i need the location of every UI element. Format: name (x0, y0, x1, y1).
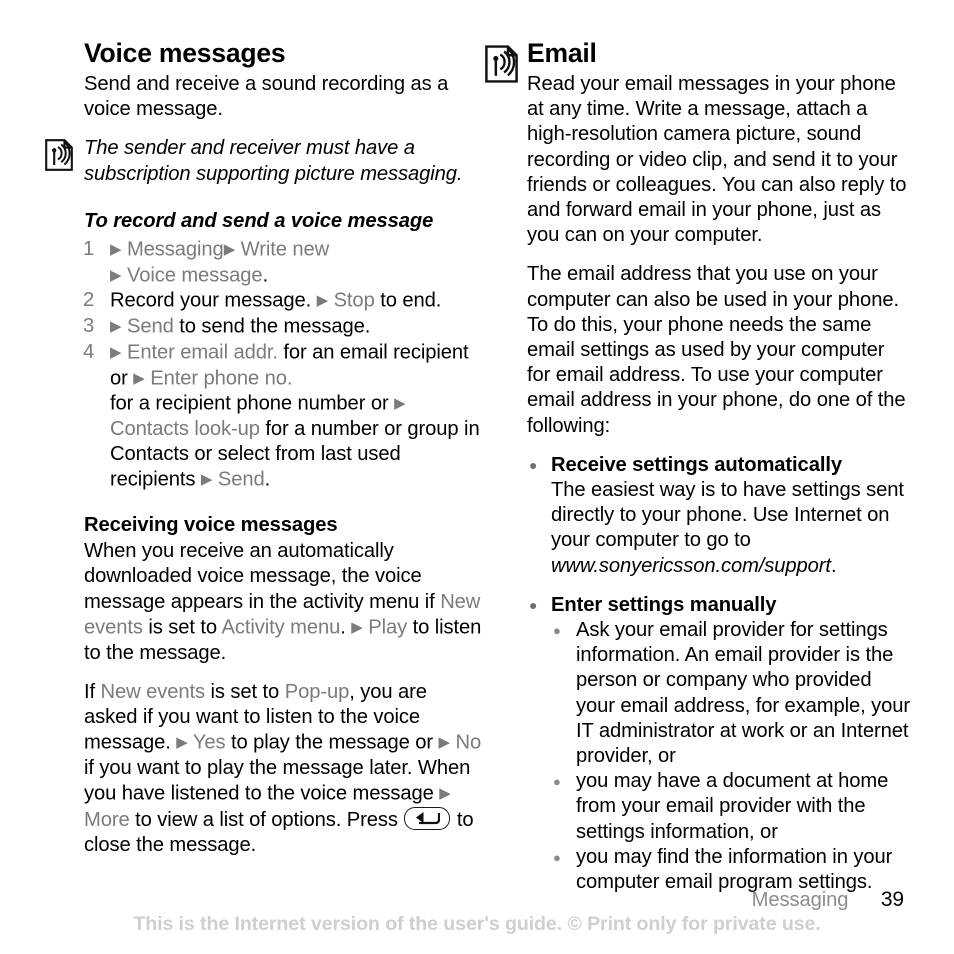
menu-item-text: Send (126, 315, 174, 338)
menu-item-text: More (84, 808, 130, 831)
email-heading-row: Email (485, 38, 912, 83)
menu-item-text: Messaging (126, 238, 224, 261)
task-step: 2 Record your message. ▶ Stop to end. (83, 289, 442, 312)
menu-item-text: Play (368, 616, 408, 639)
email-option-subitem: ● Ask your email provider for settings in… (553, 619, 911, 768)
menu-item-text: Voice message (126, 264, 263, 287)
select-arrow-icon: ▶ (110, 266, 122, 284)
url-text: www.sonyericsson.com/support (551, 554, 831, 577)
menu-item-text: Yes (192, 731, 226, 754)
menu-item-text: Activity menu (221, 616, 341, 639)
email-antenna-icon (485, 45, 518, 88)
email-option-sublist: ● Ask your email provider for settings in… (551, 618, 912, 895)
select-arrow-icon: ▶ (351, 618, 363, 636)
email-option-item: ● Receive settings automatically The easie… (527, 453, 912, 579)
menu-item-text: Contacts look-up (110, 417, 260, 440)
menu-item-text: Send (217, 468, 265, 491)
voice-messages-intro: Send and receive a sound recording as a … (84, 73, 449, 121)
select-arrow-icon: ▶ (316, 292, 329, 310)
sub-bullet-dot-icon: ● (553, 849, 561, 865)
menu-item-text: Stop (333, 289, 375, 312)
note-block: The sender and receiver must have a subs… (45, 136, 482, 186)
footer-chapter-label: Messaging (751, 889, 849, 911)
menu-item-text: No (455, 731, 482, 754)
task-step: 1 ▶ Messaging▶ Write new ▶ Voice message. (83, 238, 330, 287)
note-antenna-icon (45, 139, 73, 176)
task-step: 3 ▶ Send to send the message. (83, 315, 371, 338)
step-number: 4 (83, 340, 95, 363)
subheading-receiving-voice-messages: Receiving voice messages (84, 514, 338, 537)
page-number: 39 (880, 888, 904, 911)
select-arrow-icon: ▶ (438, 734, 451, 752)
email-paragraph-1: Read your email messages in your phone a… (527, 73, 907, 247)
select-arrow-icon: ▶ (133, 369, 145, 387)
select-arrow-icon: ▶ (394, 395, 406, 413)
email-option-title: Enter settings manually (551, 593, 777, 616)
bullet-dot-icon: ● (529, 596, 538, 613)
select-arrow-icon: ▶ (176, 734, 188, 752)
left-column: Voice messages Send and receive a sound … (45, 38, 482, 872)
menu-item-text: Enter phone no. (150, 367, 293, 390)
page-title-email: Email (527, 38, 597, 68)
select-arrow-icon: ▶ (110, 343, 122, 361)
select-arrow-icon: ▶ (200, 471, 213, 489)
note-text: The sender and receiver must have a subs… (84, 137, 463, 185)
select-arrow-icon: ▶ (110, 318, 122, 336)
back-key-icon (404, 806, 451, 830)
menu-item-text: New events (100, 680, 206, 703)
footer-disclaimer: This is the Internet version of the user… (133, 913, 821, 935)
email-option-item: ● Enter settings manually ● Ask your email … (527, 593, 912, 895)
email-option-subitem: ● you may have a document at home from yo… (553, 770, 889, 843)
select-arrow-icon: ▶ (439, 785, 451, 803)
select-arrow-icon: ▶ (110, 241, 122, 259)
email-option-body: The easiest way is to have settings sent… (551, 479, 904, 577)
task-heading-record-send: To record and send a voice message (84, 209, 434, 232)
task-step: 4 ▶ Enter email addr. for an email recipi… (83, 340, 480, 491)
email-option-title: Receive settings automatically (551, 453, 842, 476)
footer: Messaging 39 (0, 888, 954, 912)
manual-page: Voice messages Send and receive a sound … (0, 0, 954, 954)
receiving-paragraph-1: When you receive an automatically downlo… (84, 540, 482, 664)
bullet-dot-icon: ● (529, 456, 538, 473)
page-title-voice-messages: Voice messages (84, 38, 286, 68)
email-options-list: ● Receive settings automatically The easie… (527, 453, 912, 895)
menu-item-text: Write new (240, 238, 330, 261)
right-column: Email Read your email messages in your p… (485, 38, 912, 895)
task-steps-list: 1 ▶ Messaging▶ Write new ▶ Voice message. 2… (83, 237, 482, 493)
menu-item-text: Enter email addr. (126, 341, 278, 364)
sub-bullet-dot-icon: ● (553, 623, 561, 639)
receiving-paragraph-2: If New events is set to Pop-up, you are … (84, 680, 482, 856)
menu-item-text: Pop-up (284, 680, 350, 703)
step-number: 2 (83, 289, 95, 312)
step-number: 1 (83, 238, 95, 261)
select-arrow-icon: ▶ (223, 241, 236, 259)
email-paragraph-2: The email address that you use on your c… (527, 263, 906, 437)
sub-bullet-dot-icon: ● (553, 774, 561, 790)
step-number: 3 (83, 315, 95, 338)
